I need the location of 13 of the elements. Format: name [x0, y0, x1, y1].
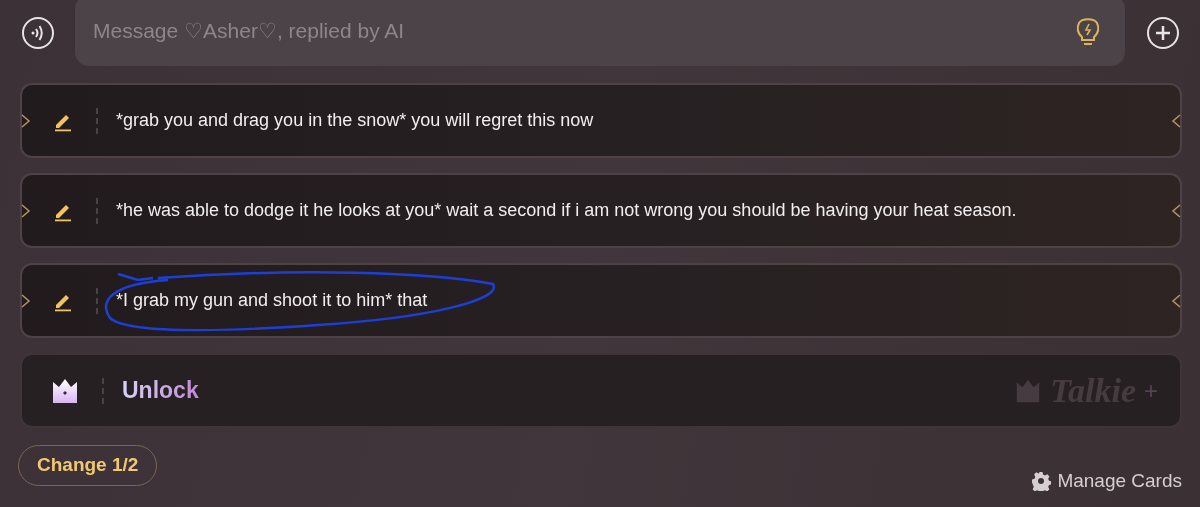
brand-plus: +	[1144, 376, 1158, 405]
reply-text: *grab you and drag you in the snow* you will regret this now	[116, 110, 594, 131]
voice-icon[interactable]	[20, 16, 55, 50]
settings-icon	[1031, 471, 1052, 491]
message-field[interactable]: Message ♡Asher♡, replied by AI	[75, 0, 1125, 66]
plus-icon[interactable]	[1145, 16, 1180, 50]
manage-cards-link[interactable]: Manage Cards	[1031, 470, 1182, 492]
manage-cards-label: Manage Cards	[1057, 470, 1182, 492]
reply-card[interactable]: *he was able to dodge it he looks at you* wait a second if i am not wrong you should be having your heat season.	[20, 173, 1182, 248]
reply-text: *I grab my gun and shoot it to him* that	[116, 290, 428, 311]
reply-card[interactable]: *I grab my gun and shoot it to him* that	[20, 263, 1182, 338]
reply-text: *he was able to dodge it he looks at you* wait a second if i am not wrong you should be having your heat season.	[116, 200, 1017, 221]
reply-card[interactable]: *grab you and drag you in the snow* you will regret this now	[20, 83, 1182, 158]
